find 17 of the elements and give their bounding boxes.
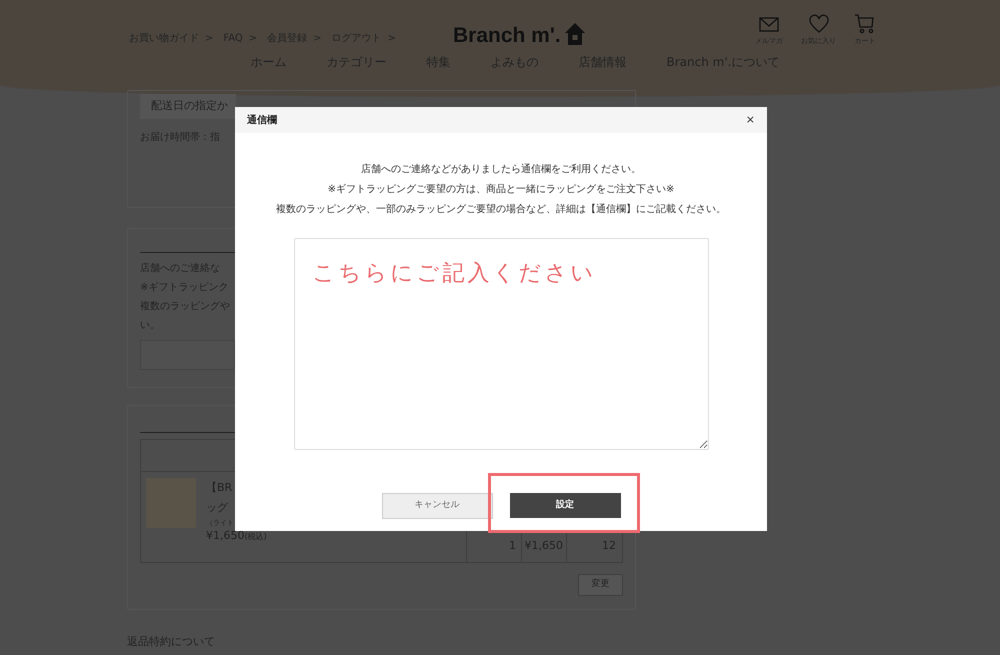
chevron: > [205,32,214,46]
dialog-note-text: 店舗へのご連絡などがありましたら通信欄をご利用ください。 [361,162,641,177]
message-textarea[interactable]: こちらにご記入ください [294,238,708,450]
heart-icon [808,14,830,34]
cancel-button[interactable]: キャンセル [382,492,492,519]
chevron: > [388,32,396,46]
dialog-title: 通信欄 [247,114,277,128]
chevron: > [248,32,258,46]
chevron: > [313,32,322,46]
dialog-note-text: ※ギフトラッピングご要望の方は、商品と一緒にラッピングをご注文下さい※ [328,182,674,197]
cart-icon [854,14,876,34]
site-logo[interactable]: Branch m'. [453,25,561,46]
set-button[interactable]: 設定 [510,493,620,518]
house-icon [564,22,586,46]
close-button[interactable]: × [746,112,755,128]
message-field[interactable] [140,340,235,370]
dialog-note-text: 複数のラッピングや、一部のみラッピングご要望の場合など、詳細は【通信欄】にご記載ください。 [276,202,726,217]
